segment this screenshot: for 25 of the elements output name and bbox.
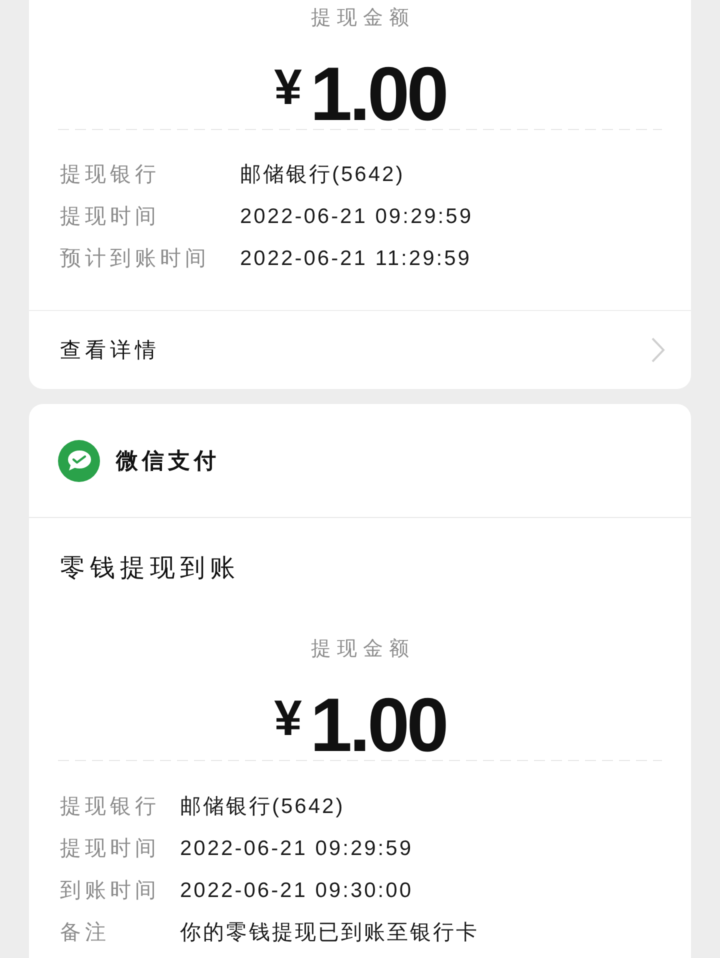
amount-value: 1.00 [310, 692, 446, 760]
amount-label: 提现金额 [310, 6, 416, 31]
detail-value: 2022-06-21 09:29:59 [180, 836, 414, 862]
chevron-right-icon [651, 337, 665, 363]
detail-label: 备注 [60, 920, 111, 946]
detail-label: 到账时间 [60, 878, 161, 904]
detail-label: 提现时间 [60, 204, 161, 230]
currency-symbol: ¥ [274, 693, 302, 743]
amount-value: 1.00 [310, 61, 446, 129]
detail-value: 邮储银行(5642) [240, 162, 406, 188]
view-details-link[interactable]: 查看详情 [29, 310, 691, 389]
chat-bubble-icon [58, 440, 100, 482]
detail-value: 2022-06-21 09:30:00 [180, 878, 414, 904]
notification-title: 零钱提现到账 [59, 553, 241, 584]
detail-value: 2022-06-21 11:29:59 [240, 246, 472, 272]
detail-value: 2022-06-21 09:29:59 [240, 204, 474, 230]
detail-label: 提现银行 [60, 162, 161, 188]
detail-label: 提现银行 [60, 794, 161, 820]
currency-symbol: ¥ [274, 62, 302, 112]
detail-value: 邮储银行(5642) [180, 794, 346, 820]
detail-label: 预计到账时间 [60, 246, 211, 272]
app-name: 微信支付 [116, 446, 220, 474]
amount-label: 提现金额 [310, 637, 416, 662]
detail-label: 提现时间 [60, 836, 161, 862]
detail-value: 你的零钱提现已到账至银行卡 [180, 920, 480, 946]
